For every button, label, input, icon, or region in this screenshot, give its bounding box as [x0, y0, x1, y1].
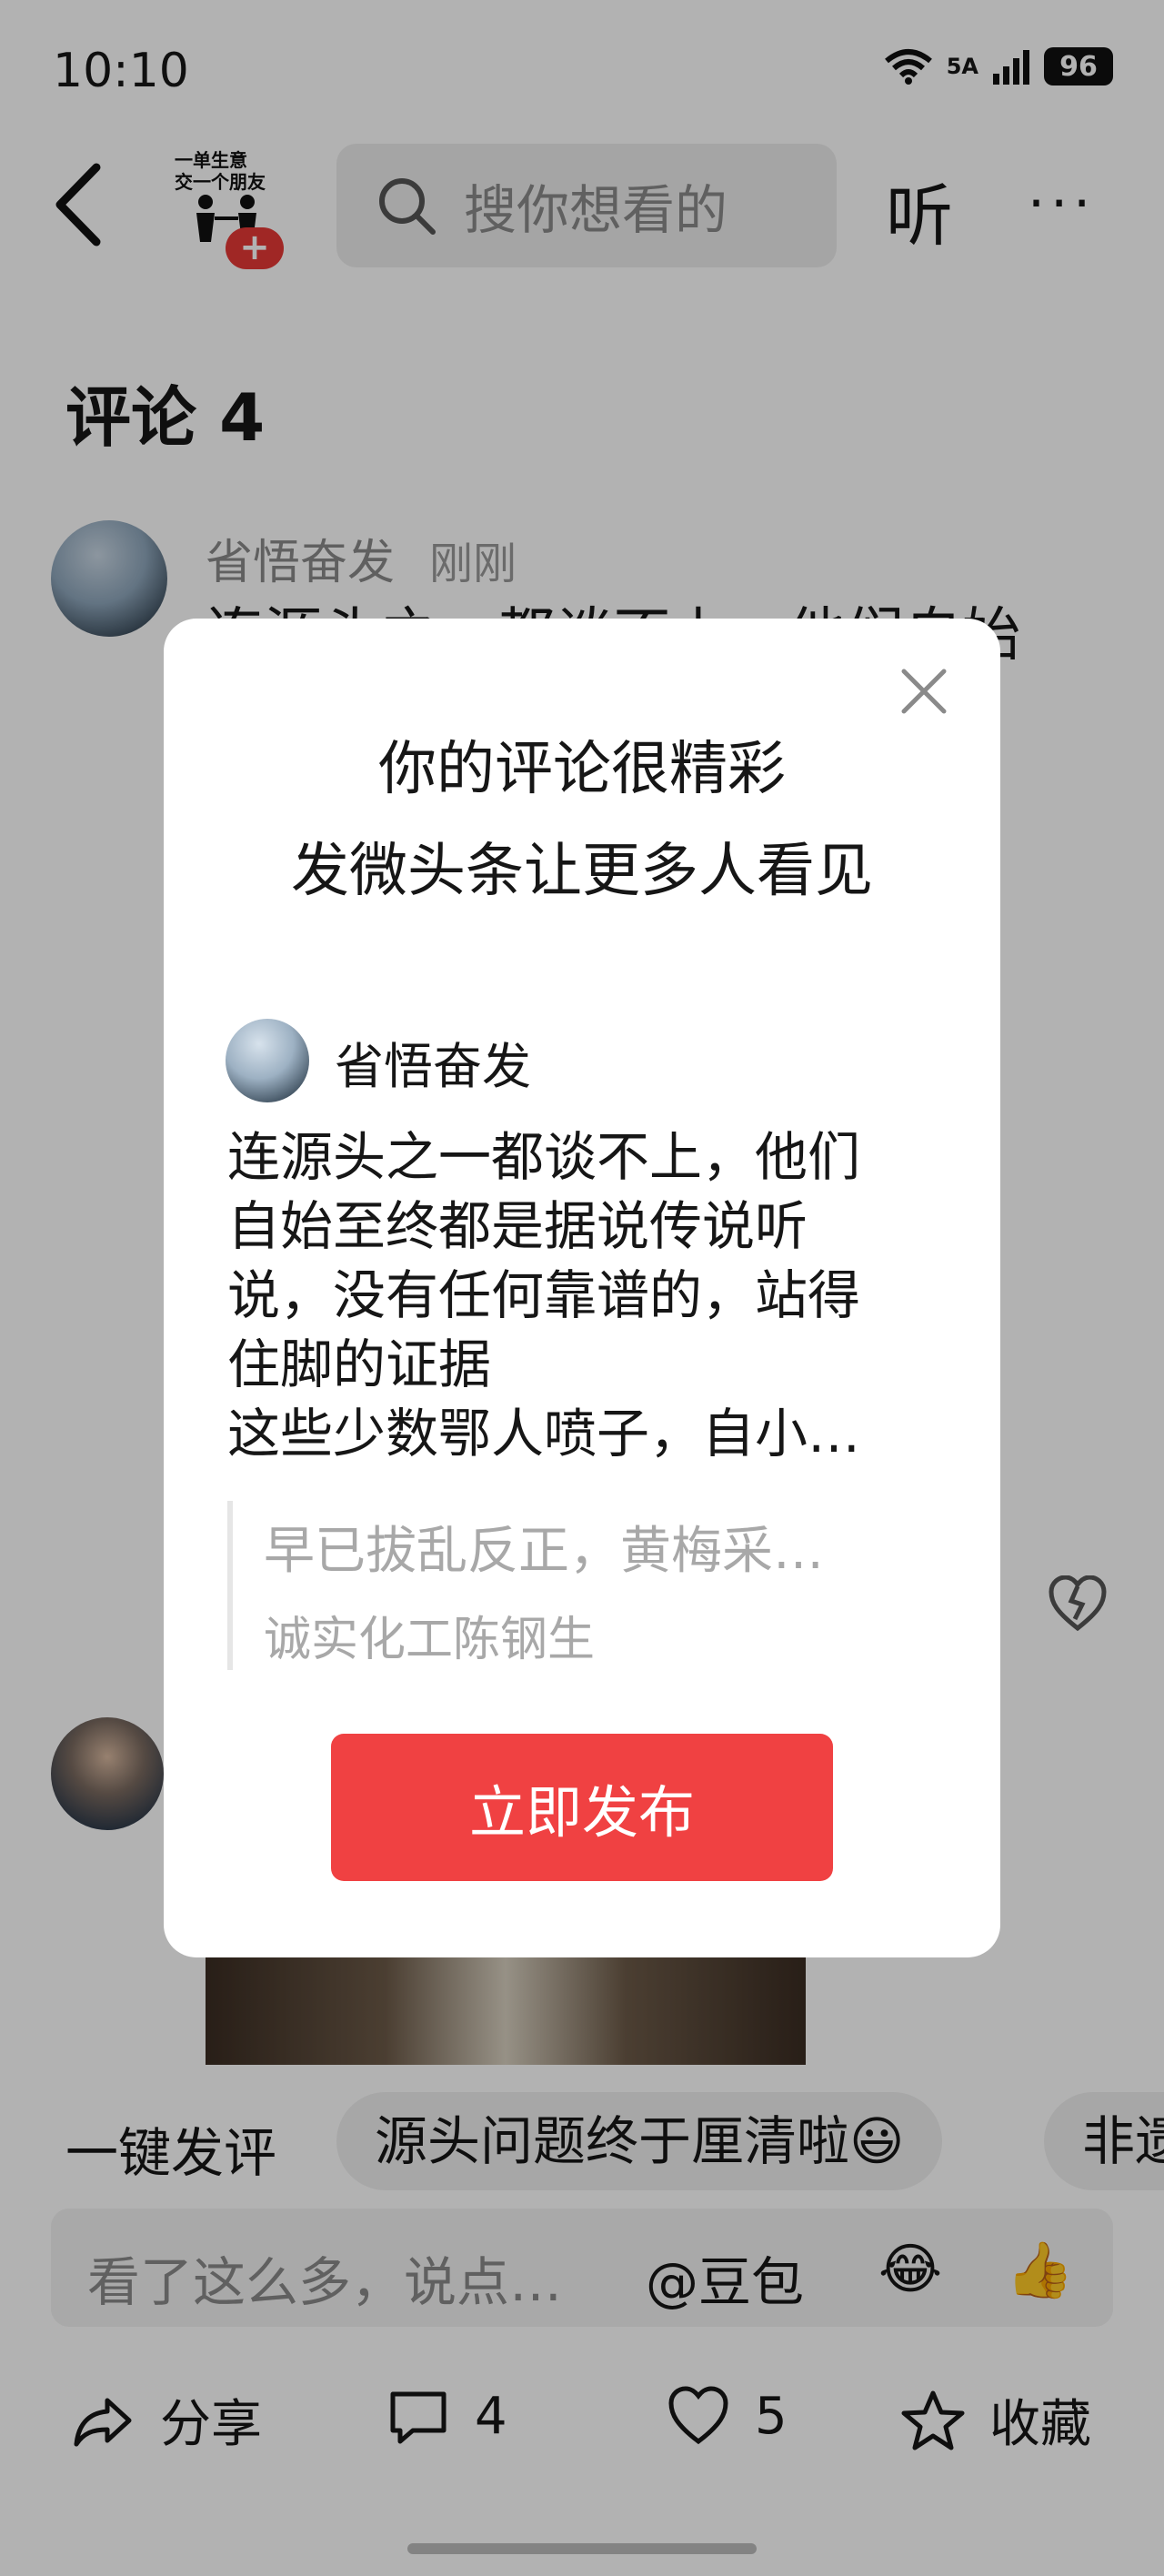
- quoted-author: 诚实化工陈钢生: [264, 1613, 596, 1667]
- publish-weitoutiao-dialog: 你的评论很精彩 发微头条让更多人看见 省悟奋发 连源头之一都谈不上，他们 自始至…: [164, 619, 1000, 1957]
- quoted-text: 早已拔乱反正，黄梅采…: [264, 1522, 824, 1581]
- publish-now-button[interactable]: 立即发布: [331, 1734, 833, 1881]
- dialog-user-name: 省悟奋发: [335, 1038, 531, 1095]
- close-icon[interactable]: [898, 666, 949, 717]
- dialog-title-line2: 发微头条让更多人看见: [291, 838, 873, 905]
- dialog-user-avatar: [226, 1019, 309, 1102]
- quoted-content: 早已拔乱反正，黄梅采… 诚实化工陈钢生: [227, 1501, 906, 1670]
- dialog-title: 你的评论很精彩 发微头条让更多人看见: [164, 719, 1000, 922]
- dialog-title-line1: 你的评论很精彩: [378, 736, 786, 803]
- dialog-comment-text: 连源头之一都谈不上，他们 自始至终都是据说传说听 说，没有任何靠谱的，站得 住脚…: [227, 1126, 861, 1464]
